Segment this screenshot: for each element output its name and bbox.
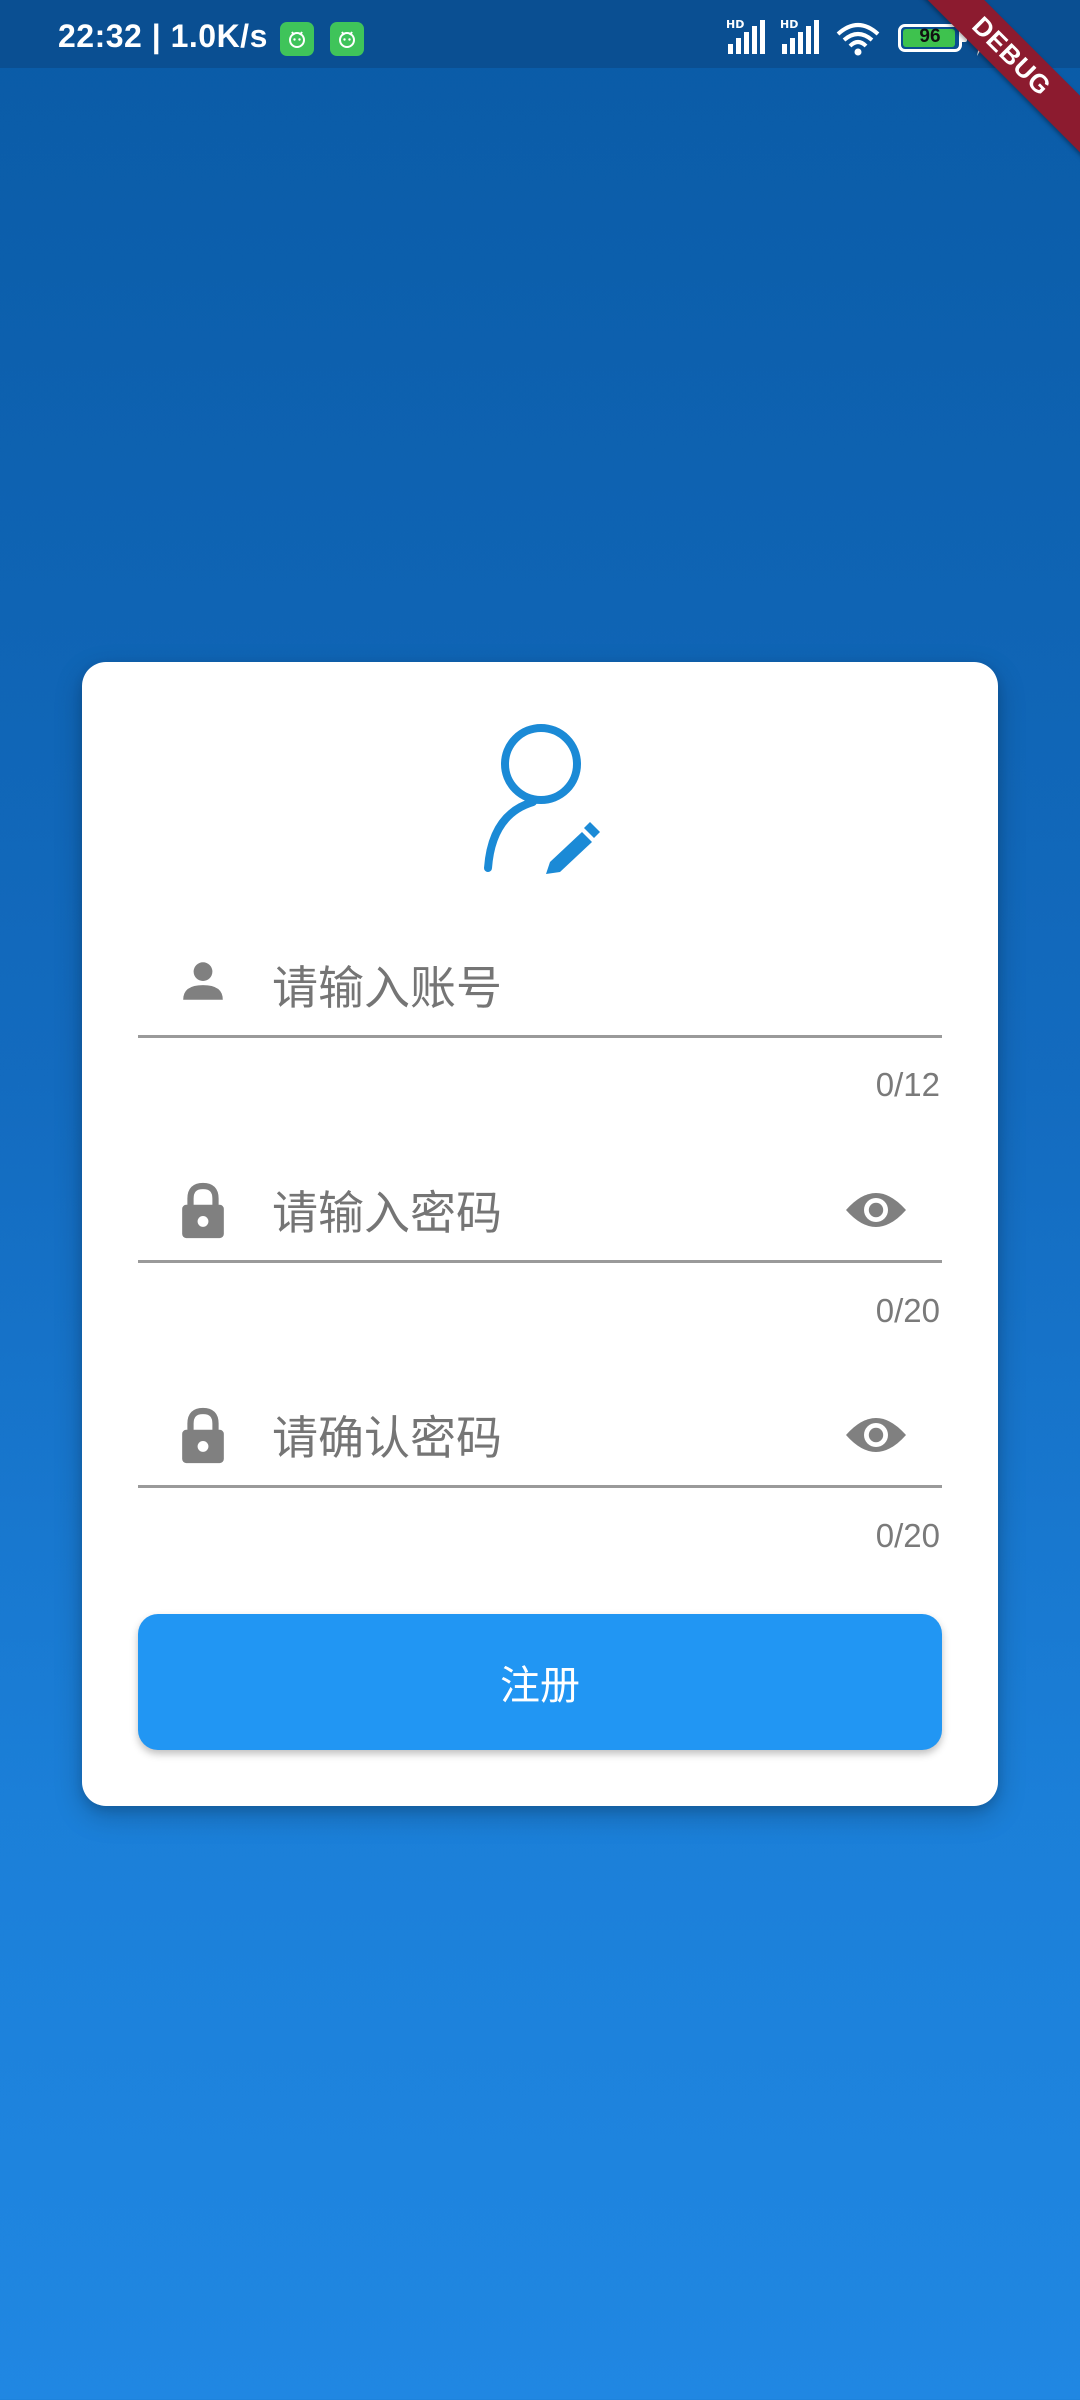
wifi-icon: [836, 23, 880, 56]
lock-icon: [182, 1182, 224, 1239]
battery-icon: 96: [898, 24, 962, 52]
lock-icon: [182, 1407, 224, 1464]
signal-icon: [782, 20, 819, 54]
android-app-icon: [330, 22, 364, 56]
account-field[interactable]: 请输入账号: [138, 916, 942, 1038]
password-input[interactable]: 请输入密码: [272, 1177, 502, 1243]
register-card: 请输入账号 0/12 请输入密码 0/20 请确认密码 0/20 注册: [82, 662, 998, 1806]
account-input[interactable]: 请输入账号: [272, 952, 502, 1018]
confirm-password-field[interactable]: 请确认密码: [138, 1366, 942, 1488]
eye-icon[interactable]: [844, 1412, 908, 1458]
register-button[interactable]: 注册: [138, 1614, 942, 1750]
eye-icon[interactable]: [844, 1187, 908, 1233]
password-counter: 0/20: [875, 1292, 940, 1329]
signal-icon: [728, 20, 765, 54]
status-time: 22:32 | 1.0K/s: [58, 18, 268, 54]
android-app-icon: [280, 22, 314, 56]
password-field[interactable]: 请输入密码: [138, 1141, 942, 1263]
confirm-password-counter: 0/20: [875, 1517, 940, 1554]
person-icon: [183, 962, 223, 1000]
battery-percent: 96: [919, 26, 941, 47]
account-counter: 0/12: [875, 1066, 940, 1103]
user-edit-icon: [484, 724, 600, 874]
confirm-password-input[interactable]: 请确认密码: [272, 1402, 502, 1468]
status-bar: 22:32 | 1.0K/s HD HD 96: [0, 0, 1080, 68]
